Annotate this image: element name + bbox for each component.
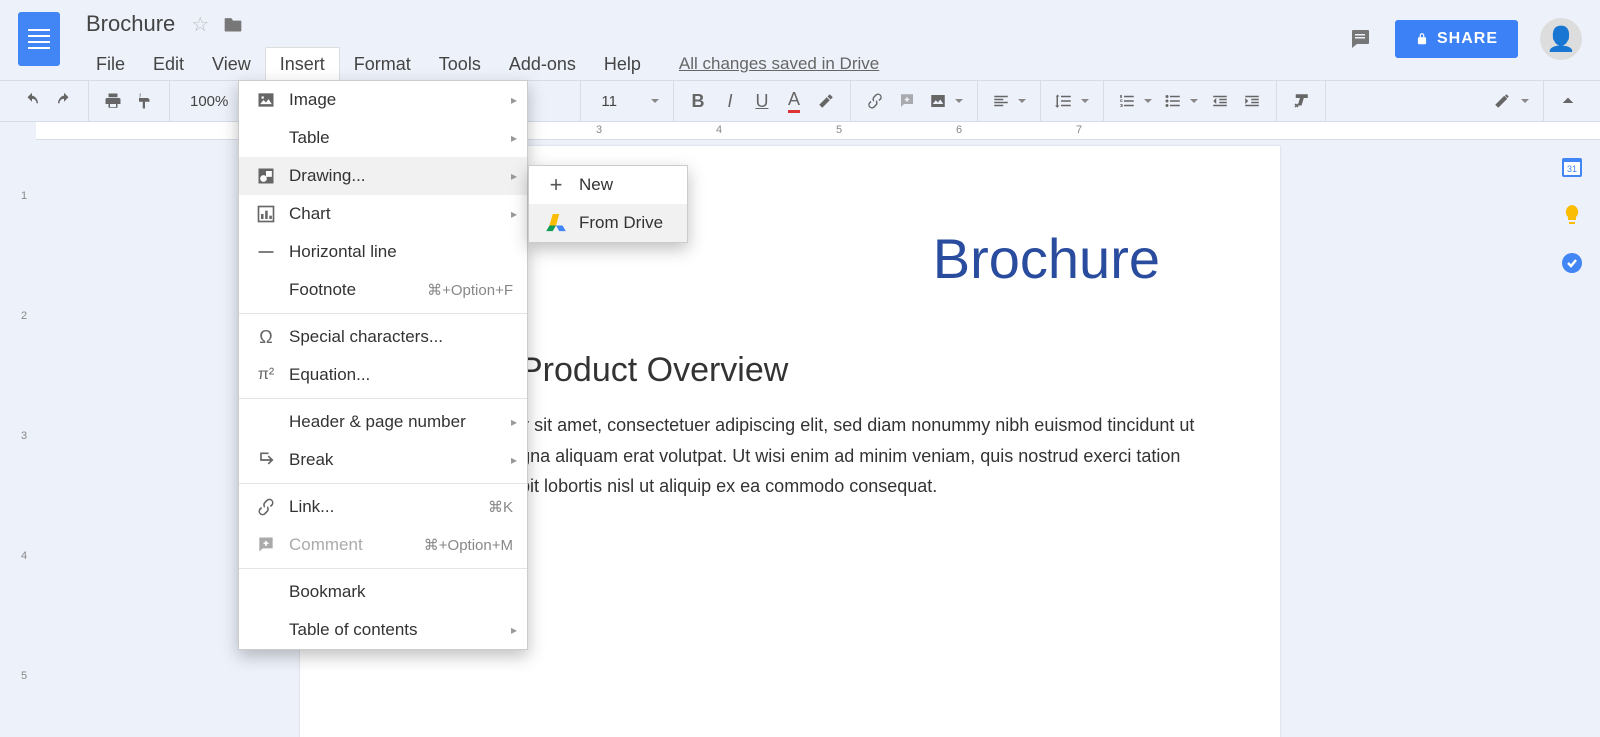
menu-edit[interactable]: Edit xyxy=(139,48,198,81)
underline-button[interactable]: U xyxy=(746,85,778,117)
open-comments-icon[interactable] xyxy=(1347,27,1373,51)
insert-item-horizontal-line[interactable]: Horizontal line xyxy=(239,233,527,271)
calendar-addon-icon[interactable]: 31 xyxy=(1559,154,1585,180)
hr-icon xyxy=(253,242,279,262)
comment-icon xyxy=(253,535,279,555)
drawing-icon xyxy=(253,166,279,186)
menu-tools[interactable]: Tools xyxy=(425,48,495,81)
menu-format[interactable]: Format xyxy=(340,48,425,81)
italic-button[interactable]: I xyxy=(714,85,746,117)
pi-icon: π² xyxy=(253,366,279,384)
insert-link-button[interactable] xyxy=(859,85,891,117)
lock-icon xyxy=(1415,31,1429,47)
break-icon xyxy=(253,450,279,470)
menu-help[interactable]: Help xyxy=(590,48,655,81)
insert-item-image[interactable]: Image▸ xyxy=(239,81,527,119)
insert-item-table-of-contents[interactable]: Table of contents▸ xyxy=(239,611,527,649)
hide-menus-button[interactable] xyxy=(1552,85,1584,117)
numbered-list-button[interactable] xyxy=(1112,92,1158,110)
vertical-ruler[interactable]: 1 2 3 4 5 xyxy=(0,140,36,737)
drawing-sub-new[interactable]: +New xyxy=(529,166,687,204)
font-size-selector[interactable]: 11 xyxy=(589,93,665,110)
insert-item-drawing-[interactable]: Drawing...▸ xyxy=(239,157,527,195)
move-folder-icon[interactable] xyxy=(223,15,243,33)
text-color-button[interactable]: A xyxy=(778,85,810,117)
insert-item-chart[interactable]: Chart▸ xyxy=(239,195,527,233)
paint-format-button[interactable] xyxy=(129,85,161,117)
tasks-addon-icon[interactable] xyxy=(1559,250,1585,276)
insert-item-special-characters-[interactable]: ΩSpecial characters... xyxy=(239,318,527,356)
omega-icon: Ω xyxy=(253,327,279,348)
plus-icon: + xyxy=(543,172,569,198)
submenu-arrow-icon: ▸ xyxy=(511,93,517,107)
svg-text:31: 31 xyxy=(1567,164,1577,174)
insert-image-button[interactable] xyxy=(923,92,969,110)
submenu-arrow-icon: ▸ xyxy=(511,131,517,145)
align-button[interactable] xyxy=(986,92,1032,110)
bulleted-list-button[interactable] xyxy=(1158,92,1204,110)
save-status[interactable]: All changes saved in Drive xyxy=(679,54,879,74)
insert-item-footnote[interactable]: Footnote⌘+Option+F xyxy=(239,271,527,309)
redo-button[interactable] xyxy=(48,85,80,117)
docs-logo[interactable] xyxy=(18,12,60,66)
app-header: Brochure ☆ File Edit View Insert Format … xyxy=(0,0,1600,80)
print-button[interactable] xyxy=(97,85,129,117)
side-panel: 31 xyxy=(1544,140,1600,737)
submenu-arrow-icon: ▸ xyxy=(511,207,517,221)
menu-file[interactable]: File xyxy=(82,48,139,81)
share-button-label: SHARE xyxy=(1437,30,1498,48)
menu-addons[interactable]: Add-ons xyxy=(495,48,590,81)
drive-icon xyxy=(543,214,569,232)
submenu-arrow-icon: ▸ xyxy=(511,453,517,467)
account-avatar[interactable]: 👤 xyxy=(1540,18,1582,60)
insert-item-bookmark[interactable]: Bookmark xyxy=(239,573,527,611)
drawing-sub-from-drive[interactable]: From Drive xyxy=(529,204,687,242)
insert-item-table[interactable]: Table▸ xyxy=(239,119,527,157)
insert-menu-dropdown: Image▸Table▸Drawing...▸Chart▸Horizontal … xyxy=(238,80,528,650)
insert-item-break[interactable]: Break▸ xyxy=(239,441,527,479)
highlight-button[interactable] xyxy=(810,85,842,117)
bold-button[interactable]: B xyxy=(682,85,714,117)
undo-button[interactable] xyxy=(16,85,48,117)
keep-addon-icon[interactable] xyxy=(1559,202,1585,228)
insert-item-link-[interactable]: Link...⌘K xyxy=(239,488,527,526)
image-icon xyxy=(253,90,279,110)
link-icon xyxy=(253,497,279,517)
line-spacing-button[interactable] xyxy=(1049,92,1095,110)
editing-mode-button[interactable] xyxy=(1487,92,1535,110)
insert-comment-button[interactable] xyxy=(891,85,923,117)
menubar: File Edit View Insert Format Tools Add-o… xyxy=(82,46,1347,82)
decrease-indent-button[interactable] xyxy=(1204,85,1236,117)
drawing-submenu: +NewFrom Drive xyxy=(528,165,688,243)
chart-icon xyxy=(253,204,279,224)
menu-view[interactable]: View xyxy=(198,48,265,81)
insert-item-equation-[interactable]: π²Equation... xyxy=(239,356,527,394)
doc-title[interactable]: Brochure xyxy=(82,9,179,39)
clear-formatting-button[interactable] xyxy=(1285,85,1317,117)
submenu-arrow-icon: ▸ xyxy=(511,169,517,183)
insert-item-comment: Comment⌘+Option+M xyxy=(239,526,527,564)
share-button[interactable]: SHARE xyxy=(1395,20,1518,58)
submenu-arrow-icon: ▸ xyxy=(511,415,517,429)
insert-item-header-page-number[interactable]: Header & page number▸ xyxy=(239,403,527,441)
increase-indent-button[interactable] xyxy=(1236,85,1268,117)
submenu-arrow-icon: ▸ xyxy=(511,623,517,637)
menu-insert[interactable]: Insert xyxy=(265,47,340,81)
star-icon[interactable]: ☆ xyxy=(191,12,209,37)
